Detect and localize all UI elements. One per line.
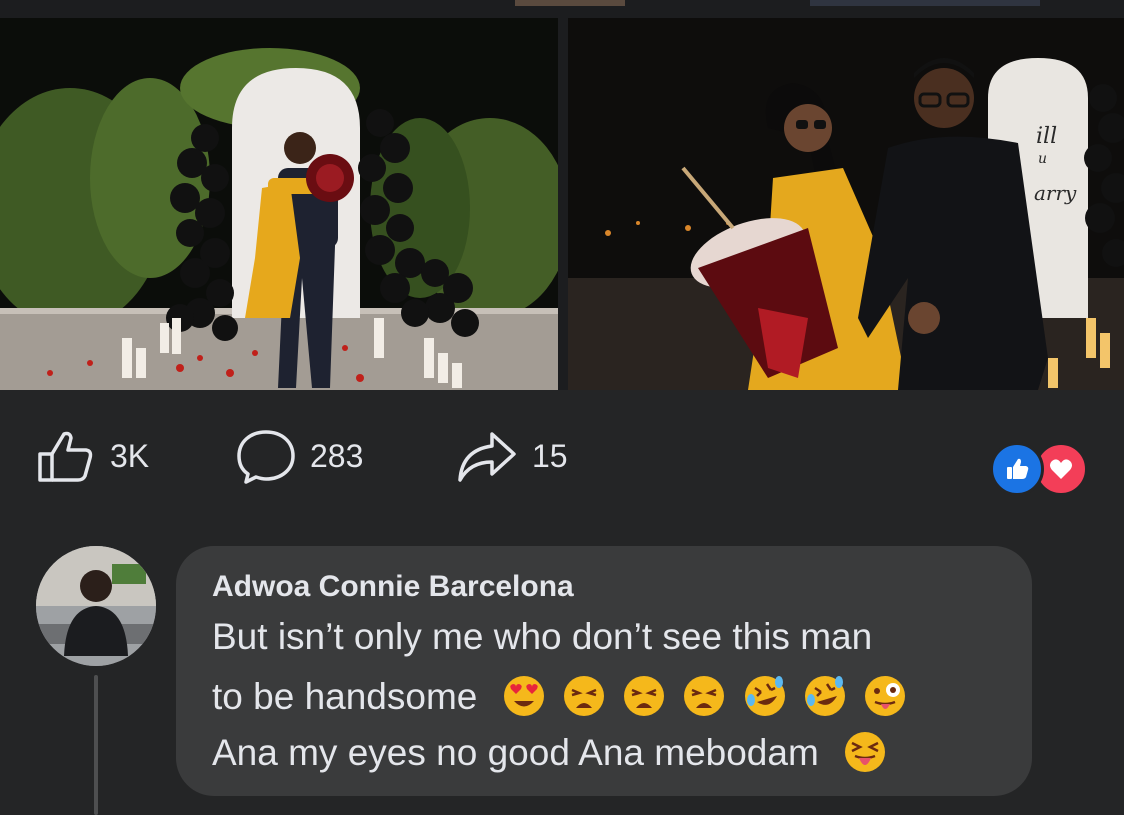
comment-text-line: But isn’t only me who don’t see this man xyxy=(212,616,873,657)
comment-author[interactable]: Adwoa Connie Barcelona xyxy=(212,570,574,604)
like-count: 3K xyxy=(110,437,150,474)
thread-line xyxy=(94,675,98,815)
post-photos: ill u arry xyxy=(0,18,1124,390)
weary-face-emoji xyxy=(624,676,665,717)
comment-button[interactable]: 283 xyxy=(236,428,363,484)
comment-text-line: to be handsome xyxy=(212,676,907,721)
rolling-laughing-emoji xyxy=(744,676,785,717)
share-count: 15 xyxy=(532,437,568,474)
post-actions-bar: 3K 283 15 xyxy=(0,420,1124,496)
previous-photo-strip xyxy=(0,0,1124,18)
photo-strip-fragment xyxy=(515,0,625,6)
photo-couple-walking[interactable]: ill u arry xyxy=(568,18,1124,390)
sign-text: arry xyxy=(1034,181,1077,205)
sign-text: ill xyxy=(1036,124,1057,149)
comment-text: to be handsome xyxy=(212,676,478,717)
weary-face-emoji xyxy=(684,676,725,717)
heart-eyes-emoji xyxy=(503,676,544,717)
winking-tongue-emoji xyxy=(865,676,906,717)
comment-icon xyxy=(237,430,295,484)
comment-count: 283 xyxy=(310,437,364,474)
squinting-tongue-emoji xyxy=(845,732,886,773)
avatar[interactable] xyxy=(36,546,156,666)
comment-text-line: Ana my eyes no good Ana mebodam xyxy=(212,732,887,777)
thumbs-up-icon xyxy=(38,431,93,482)
rolling-laughing-emoji xyxy=(805,676,846,717)
photo-strip-fragment xyxy=(810,0,1040,6)
share-arrow-icon xyxy=(458,432,516,482)
comment-bubble[interactable]: Adwoa Connie Barcelona But isn’t only me… xyxy=(176,546,1032,796)
weary-face-emoji xyxy=(563,676,604,717)
like-reaction-icon xyxy=(990,442,1044,496)
share-button[interactable]: 15 xyxy=(456,428,568,484)
photo-couple-hugging[interactable] xyxy=(0,18,558,390)
like-button[interactable]: 3K xyxy=(36,428,149,484)
sign-text: u xyxy=(1038,151,1047,167)
comment-item: Adwoa Connie Barcelona But isn’t only me… xyxy=(0,540,1124,815)
comment-text: Ana my eyes no good Ana mebodam xyxy=(212,732,819,773)
reaction-summary[interactable] xyxy=(990,442,1090,496)
